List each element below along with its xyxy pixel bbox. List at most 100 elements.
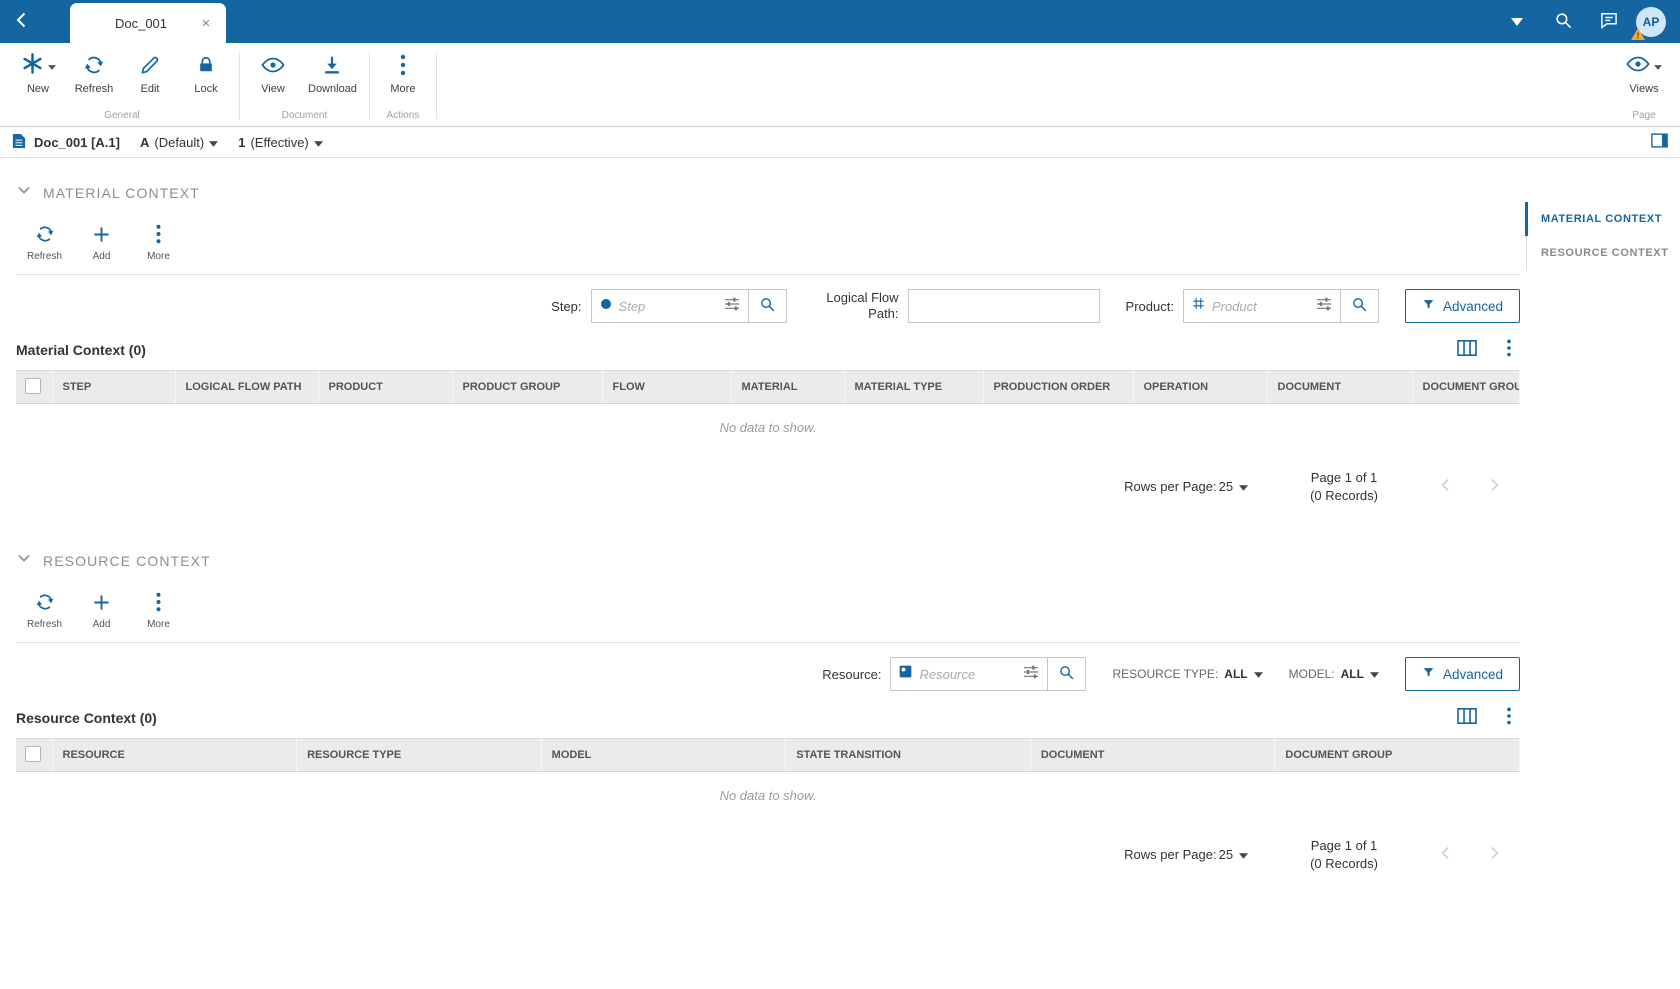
model-dropdown[interactable]: MODEL: ALL [1289, 667, 1379, 681]
column-header-state-transition[interactable]: STATE TRANSITION [785, 738, 1031, 773]
material-page-info: Page 1 of 1 (0 Records) [1310, 469, 1378, 504]
material-next-page-button[interactable] [1484, 475, 1504, 498]
views-button[interactable]: Views [1616, 43, 1672, 95]
ribbon-group-label-general: General [104, 110, 140, 121]
resource-icon [899, 665, 912, 683]
column-header-document[interactable]: DOCUMENT [1267, 370, 1413, 404]
sliders-icon[interactable] [1023, 665, 1039, 684]
chevron-left-icon [1436, 475, 1456, 498]
material-add-button[interactable]: Add [73, 211, 130, 274]
resource-next-page-button[interactable] [1484, 843, 1504, 866]
page-count: Page 1 of 1 [1310, 838, 1378, 854]
column-header-product-group[interactable]: PRODUCT GROUP [452, 370, 603, 404]
resource-filter-input[interactable] [919, 666, 1017, 682]
sliders-icon[interactable] [1316, 297, 1332, 316]
search-icon [1351, 296, 1368, 316]
step-search-button[interactable] [748, 289, 787, 323]
product-filter-input[interactable] [1211, 298, 1309, 314]
global-search-button[interactable] [1540, 0, 1586, 43]
product-filter-group [1182, 289, 1341, 323]
tab-close-button[interactable]: × [196, 15, 216, 32]
column-header-material-type[interactable]: MATERIAL TYPE [844, 370, 984, 404]
material-select-all-cell [16, 370, 53, 404]
material-table-more-button[interactable] [1506, 339, 1512, 360]
step-filter-input[interactable] [618, 298, 717, 314]
resource-more-button[interactable]: More [130, 579, 187, 642]
resource-search-button[interactable] [1048, 657, 1087, 692]
revision-selector[interactable]: A (Default) [140, 135, 219, 150]
material-more-button[interactable]: More [130, 211, 187, 274]
column-header-document[interactable]: DOCUMENT [1030, 738, 1276, 773]
lock-label: Lock [194, 83, 218, 95]
column-header-document-group[interactable]: DOCUMENT GROUP [1412, 370, 1520, 404]
resource-refresh-button[interactable]: Refresh [16, 579, 73, 642]
nav-item-resource-context[interactable]: RESOURCE CONTEXT [1527, 236, 1680, 270]
resource-filter-label: Resource: [822, 666, 882, 682]
caret-down-icon [1239, 479, 1249, 494]
column-header-production-order[interactable]: PRODUCTION ORDER [983, 370, 1134, 404]
column-header-step[interactable]: STEP [52, 370, 176, 404]
version-value: 1 [238, 134, 246, 150]
resource-type-dropdown[interactable]: RESOURCE TYPE: ALL [1112, 667, 1263, 681]
ribbon-group-general: New Refresh Edit Lock General [10, 43, 234, 126]
resource-prev-page-button[interactable] [1436, 843, 1456, 866]
search-icon [1058, 664, 1075, 684]
panel-toggle-button[interactable] [1651, 133, 1668, 151]
pencil-icon [139, 53, 161, 77]
column-header-logical-flow-path[interactable]: LOGICAL FLOW PATH [175, 370, 319, 404]
column-header-material[interactable]: MATERIAL [731, 370, 845, 404]
ribbon: New Refresh Edit Lock General View Downl… [0, 43, 1680, 127]
resource-table-more-button[interactable] [1506, 707, 1512, 728]
resource-column-chooser-button[interactable] [1456, 707, 1478, 728]
resource-context-section: RESOURCE CONTEXT Refresh Add More Resour… [16, 550, 1520, 872]
material-rows-per-page[interactable]: Rows per Page: 25 [1124, 479, 1249, 494]
sliders-icon[interactable] [724, 297, 740, 316]
messages-button[interactable] [1586, 0, 1632, 43]
material-advanced-button[interactable]: Advanced [1404, 289, 1520, 323]
view-button[interactable]: View [245, 43, 301, 95]
refresh-button[interactable]: Refresh [66, 43, 122, 95]
column-header-document-group[interactable]: DOCUMENT GROUP [1274, 738, 1520, 773]
user-menu[interactable]: AP ! [1631, 6, 1666, 40]
resource-section-header[interactable]: RESOURCE CONTEXT [16, 550, 1520, 571]
resource-add-button[interactable]: Add [73, 579, 130, 642]
product-filter-label: Product: [1125, 298, 1174, 314]
material-prev-page-button[interactable] [1436, 475, 1456, 498]
resource-filter-row: Resource: RESOURCE TYPE: [16, 643, 1520, 705]
ribbon-separator [239, 52, 240, 119]
new-button[interactable]: New [10, 43, 66, 95]
lock-button[interactable]: Lock [178, 43, 234, 95]
resource-page-info: Page 1 of 1 (0 Records) [1310, 837, 1378, 872]
menu-caret-button[interactable] [1494, 0, 1540, 43]
column-header-operation[interactable]: OPERATION [1133, 370, 1268, 404]
material-refresh-button[interactable]: Refresh [16, 211, 73, 274]
material-pagination: Rows per Page: 25 Page 1 of 1 (0 Records) [16, 441, 1520, 504]
document-tab[interactable]: Doc_001 × [70, 3, 226, 43]
download-button[interactable]: Download [301, 43, 364, 95]
page-count: Page 1 of 1 [1310, 470, 1378, 485]
column-header-product[interactable]: PRODUCT [318, 370, 453, 404]
back-button[interactable] [0, 0, 42, 43]
logical-flow-path-input[interactable] [907, 289, 1100, 323]
nav-item-material-context[interactable]: MATERIAL CONTEXT [1525, 202, 1680, 236]
resource-table-title: Resource Context (0) [16, 709, 157, 726]
more-button[interactable]: More [375, 43, 431, 95]
material-section-header[interactable]: MATERIAL CONTEXT [16, 182, 1520, 203]
material-column-chooser-button[interactable] [1456, 339, 1478, 360]
select-all-checkbox[interactable] [25, 745, 41, 762]
column-header-model[interactable]: MODEL [541, 738, 787, 773]
panel-toggle-icon [1651, 133, 1668, 151]
content: MATERIAL CONTEXT RESOURCE CONTEXT MATERI… [0, 182, 1680, 989]
column-header-resource[interactable]: RESOURCE [52, 738, 298, 773]
column-header-resource-type[interactable]: RESOURCE TYPE [296, 738, 542, 773]
ribbon-group-document: View Download Document [245, 43, 364, 126]
product-search-button[interactable] [1340, 289, 1379, 323]
model-label: MODEL: [1288, 667, 1335, 682]
version-selector[interactable]: 1 (Effective) [238, 135, 323, 150]
ellipsis-vertical-icon [155, 223, 162, 245]
edit-button[interactable]: Edit [122, 43, 178, 95]
resource-rows-per-page[interactable]: Rows per Page: 25 [1124, 847, 1249, 862]
column-header-flow[interactable]: FLOW [602, 370, 732, 404]
resource-advanced-button[interactable]: Advanced [1404, 657, 1520, 692]
select-all-checkbox[interactable] [25, 377, 41, 394]
